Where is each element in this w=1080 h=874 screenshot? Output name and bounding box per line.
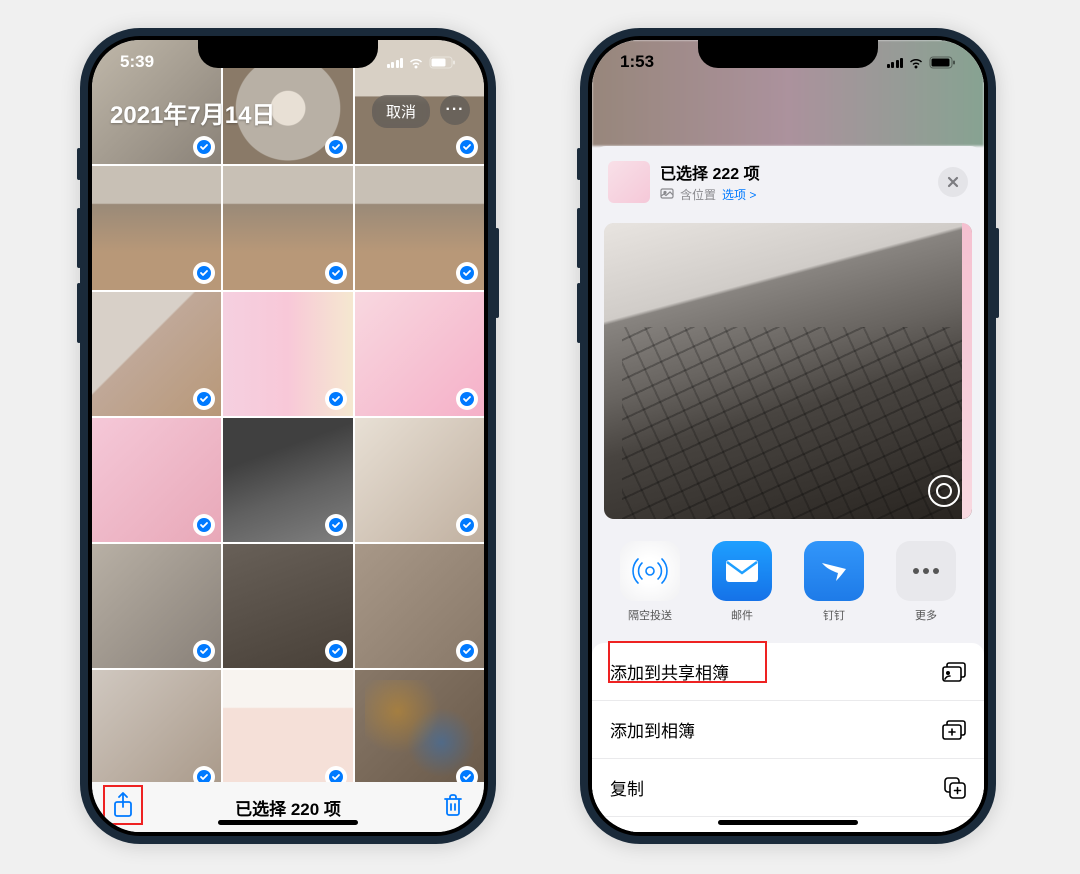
check-icon bbox=[456, 640, 478, 662]
action-copy[interactable]: 复制 bbox=[592, 759, 984, 817]
check-icon bbox=[325, 262, 347, 284]
vol-up bbox=[77, 208, 81, 268]
power-button bbox=[495, 228, 499, 318]
delete-button[interactable] bbox=[442, 793, 464, 822]
vol-down bbox=[77, 283, 81, 343]
notch bbox=[198, 40, 378, 68]
action-list: 添加到共享相簿 添加到相簿 复制 隐藏 bbox=[592, 643, 984, 832]
photo-thumb[interactable] bbox=[223, 544, 352, 668]
photo-thumb[interactable] bbox=[355, 292, 484, 416]
wifi-icon bbox=[407, 56, 425, 69]
check-icon bbox=[193, 136, 215, 158]
shared-album-icon bbox=[942, 662, 966, 682]
airdrop-icon bbox=[620, 541, 680, 601]
photo-thumb[interactable] bbox=[223, 166, 352, 290]
notch bbox=[698, 40, 878, 68]
photo-thumb[interactable] bbox=[355, 544, 484, 668]
mail-icon bbox=[712, 541, 772, 601]
phone-right: 1:53 已选择 222 项 含位置 选项 > bbox=[580, 28, 996, 844]
check-icon bbox=[325, 640, 347, 662]
photo-thumb[interactable] bbox=[223, 670, 352, 794]
photo-thumb[interactable] bbox=[92, 292, 221, 416]
check-icon bbox=[325, 388, 347, 410]
power-button bbox=[995, 228, 999, 318]
action-label: 添加到相簿 bbox=[610, 717, 695, 742]
album-icon bbox=[942, 720, 966, 740]
check-icon bbox=[456, 514, 478, 536]
action-add-shared-album[interactable]: 添加到共享相簿 bbox=[592, 643, 984, 701]
photo-thumb[interactable] bbox=[92, 418, 221, 542]
share-sheet: 已选择 222 项 含位置 选项 > 隔空投送 bbox=[592, 146, 984, 832]
mute-switch bbox=[77, 148, 81, 180]
photo-thumb[interactable] bbox=[92, 670, 221, 794]
check-icon bbox=[456, 262, 478, 284]
close-button[interactable] bbox=[938, 167, 968, 197]
share-header: 已选择 222 项 含位置 选项 > bbox=[592, 146, 984, 217]
check-icon bbox=[193, 640, 215, 662]
app-mail[interactable]: 邮件 bbox=[707, 541, 777, 623]
share-button[interactable] bbox=[112, 792, 134, 823]
photo-thumb[interactable] bbox=[355, 670, 484, 794]
preview-image[interactable] bbox=[604, 223, 972, 519]
copy-icon bbox=[944, 777, 966, 799]
app-label: 隔空投送 bbox=[628, 607, 672, 623]
home-indicator[interactable] bbox=[218, 820, 358, 825]
more-icon bbox=[896, 541, 956, 601]
mute-switch bbox=[577, 148, 581, 180]
check-icon bbox=[193, 514, 215, 536]
photo-thumb[interactable] bbox=[355, 166, 484, 290]
phone-left: 5:39 bbox=[80, 28, 496, 844]
status-time: 5:39 bbox=[120, 52, 154, 72]
photo-thumb[interactable] bbox=[355, 418, 484, 542]
battery-icon bbox=[429, 56, 456, 69]
photo-thumb[interactable] bbox=[223, 418, 352, 542]
action-label: 复制 bbox=[610, 775, 644, 800]
app-airdrop[interactable]: 隔空投送 bbox=[615, 541, 685, 623]
photo-thumb[interactable] bbox=[92, 544, 221, 668]
app-label: 更多 bbox=[915, 607, 937, 623]
app-dingding[interactable]: 钉钉 bbox=[799, 541, 869, 623]
preview-thumb bbox=[608, 161, 650, 203]
app-label: 钉钉 bbox=[823, 607, 845, 623]
photos-icon bbox=[660, 188, 674, 202]
home-indicator[interactable] bbox=[718, 820, 858, 825]
signal-icon bbox=[387, 56, 404, 68]
photo-thumb[interactable] bbox=[223, 292, 352, 416]
battery-icon bbox=[929, 56, 956, 69]
options-link[interactable]: 选项 > bbox=[722, 186, 756, 203]
wifi-icon bbox=[907, 56, 925, 69]
check-icon bbox=[325, 136, 347, 158]
check-icon bbox=[456, 136, 478, 158]
signal-icon bbox=[887, 56, 904, 68]
share-apps: 隔空投送 邮件 钉钉 更多 bbox=[592, 525, 984, 635]
vol-up bbox=[577, 208, 581, 268]
photo-thumb[interactable] bbox=[92, 166, 221, 290]
status-time: 1:53 bbox=[620, 52, 654, 72]
dingding-icon bbox=[804, 541, 864, 601]
action-label: 添加到共享相簿 bbox=[610, 659, 729, 684]
check-icon bbox=[456, 388, 478, 410]
share-subtitle: 含位置 bbox=[680, 186, 716, 203]
vol-down bbox=[577, 283, 581, 343]
app-more[interactable]: 更多 bbox=[891, 541, 961, 623]
check-icon bbox=[193, 262, 215, 284]
photo-grid bbox=[92, 40, 484, 782]
check-icon bbox=[193, 388, 215, 410]
selected-count: 已选择 220 项 bbox=[92, 795, 484, 820]
app-label: 邮件 bbox=[731, 607, 753, 623]
check-icon bbox=[325, 514, 347, 536]
live-photo-icon bbox=[928, 475, 960, 507]
action-add-album[interactable]: 添加到相簿 bbox=[592, 701, 984, 759]
share-title: 已选择 222 项 bbox=[660, 160, 928, 184]
